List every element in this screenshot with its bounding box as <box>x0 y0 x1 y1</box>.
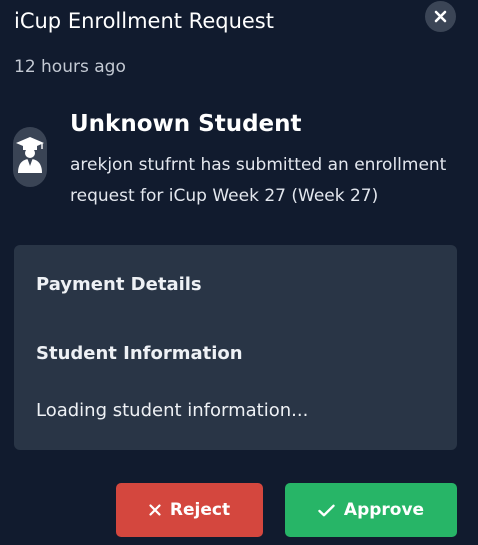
approve-label: Approve <box>343 500 425 520</box>
close-button[interactable] <box>425 1 456 32</box>
details-card: Payment Details Student Information Load… <box>14 245 457 450</box>
reject-label: Reject <box>169 500 231 520</box>
enrollment-request-panel: iCup Enrollment Request 12 hours ago Unk… <box>0 0 478 545</box>
request-message: arekjon stufrnt has submitted an enrollm… <box>70 155 447 206</box>
x-icon <box>149 504 161 516</box>
loading-message: Loading student information... <box>36 400 309 421</box>
reject-button[interactable]: Reject <box>116 483 263 537</box>
panel-title: iCup Enrollment Request <box>14 9 274 33</box>
approve-button[interactable]: Approve <box>285 483 457 537</box>
student-information-heading: Student Information <box>36 343 243 364</box>
avatar <box>13 127 47 187</box>
payment-details-heading: Payment Details <box>36 274 202 295</box>
check-icon <box>318 504 335 517</box>
student-name: Unknown Student <box>70 111 302 137</box>
request-timestamp: 12 hours ago <box>14 57 126 77</box>
graduate-icon <box>15 136 45 178</box>
close-icon <box>434 10 447 23</box>
